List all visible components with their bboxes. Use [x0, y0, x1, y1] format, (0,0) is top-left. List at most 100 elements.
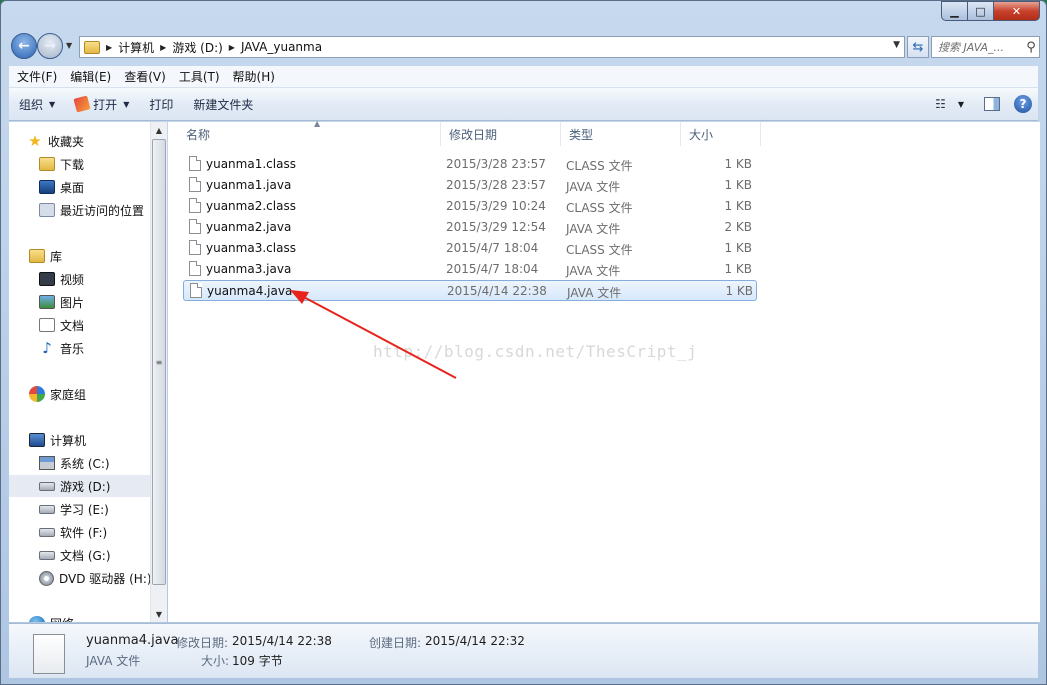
nav-favorites[interactable]: ★ 收藏夹: [9, 130, 150, 152]
view-options-icon[interactable]: ☷: [935, 97, 946, 111]
help-icon[interactable]: ?: [1014, 95, 1032, 113]
nav-label: 计算机: [50, 433, 87, 448]
nav-label: DVD 驱动器 (H:): [59, 571, 150, 586]
nav-label: 网络: [50, 615, 74, 623]
nav-label: 最近访问的位置: [60, 203, 145, 218]
nav-label: 文档: [60, 318, 85, 333]
recent-places-icon: [39, 203, 55, 217]
menu-file[interactable]: 文件(F): [9, 68, 62, 85]
new-folder-label: 新建文件夹: [193, 97, 254, 112]
chevron-right-icon[interactable]: ▶: [106, 43, 112, 52]
nav-label: 桌面: [60, 180, 85, 195]
nav-homegroup[interactable]: 家庭组: [9, 383, 150, 405]
print-button[interactable]: 打印: [139, 88, 183, 120]
breadcrumb-drive-d[interactable]: 游戏 (D:): [172, 39, 222, 56]
details-modified-label: 修改日期:: [176, 636, 229, 650]
maximize-button[interactable]: □: [968, 1, 994, 21]
system-drive-icon: [39, 456, 55, 470]
menu-help[interactable]: 帮助(H): [225, 68, 280, 85]
back-button[interactable]: ←: [11, 33, 37, 59]
scroll-up-arrow-icon[interactable]: ▲: [151, 122, 167, 138]
nav-drive-e[interactable]: 学习 (E:): [9, 498, 150, 520]
refresh-button[interactable]: ⇆: [907, 36, 929, 58]
nav-desktop[interactable]: 桌面: [9, 176, 150, 198]
close-button[interactable]: ✕: [994, 1, 1040, 21]
organize-label: 组织: [19, 97, 44, 112]
chevron-right-icon[interactable]: ▶: [160, 43, 166, 52]
arrow-head: [290, 290, 309, 304]
network-icon: [29, 616, 45, 622]
video-icon: [39, 272, 55, 286]
nav-drive-f[interactable]: 软件 (F:): [9, 521, 150, 543]
hard-drive-icon: [39, 550, 55, 560]
nav-videos[interactable]: 视频: [9, 268, 150, 290]
nav-label: 游戏 (D:): [60, 479, 111, 494]
nav-documents[interactable]: 文档: [9, 314, 150, 336]
chevron-right-icon[interactable]: ▶: [229, 43, 235, 52]
new-folder-button[interactable]: 新建文件夹: [183, 88, 263, 120]
menu-tools[interactable]: 工具(T): [171, 68, 225, 85]
chevron-down-icon: ▼: [49, 99, 56, 109]
nav-drive-g[interactable]: 文档 (G:): [9, 544, 150, 566]
annotation-arrow: [290, 290, 457, 379]
details-file-type: JAVA 文件: [86, 654, 141, 668]
view-dropdown-icon[interactable]: ▼: [958, 100, 964, 109]
hard-drive-icon: [39, 504, 55, 514]
nav-drive-d[interactable]: 游戏 (D:): [9, 475, 150, 497]
nav-label: 下载: [60, 157, 85, 172]
nav-label: 家庭组: [50, 387, 87, 402]
nav-network[interactable]: 网络: [9, 612, 150, 622]
forward-button[interactable]: →: [37, 33, 63, 59]
nav-computer[interactable]: 计算机: [9, 429, 150, 451]
document-icon: [39, 318, 55, 332]
music-note-icon: ♪: [42, 339, 52, 357]
details-file-name: yuanma4.java: [86, 633, 179, 648]
scroll-down-arrow-icon[interactable]: ▼: [151, 606, 167, 622]
nav-drive-c[interactable]: 系统 (C:): [9, 452, 150, 474]
star-icon: ★: [28, 132, 42, 150]
desktop-icon: [39, 180, 55, 194]
address-row: ← → ▼ ▶ 计算机 ▶ 游戏 (D:) ▶ JAVA_yuanma ▼ ⇆ …: [9, 31, 1040, 61]
nav-drive-h[interactable]: DVD 驱动器 (H:): [9, 567, 150, 589]
computer-icon: [29, 433, 45, 447]
details-created-label: 创建日期:: [369, 636, 422, 650]
picture-icon: [39, 295, 55, 309]
nav-pictures[interactable]: 图片: [9, 291, 150, 313]
details-size-value: 109 字节: [232, 654, 283, 668]
arrow-right-icon: →: [44, 38, 56, 54]
menu-bar: 文件(F) 编辑(E) 查看(V) 工具(T) 帮助(H): [9, 66, 1038, 88]
nav-label: 视频: [60, 272, 85, 287]
minimize-button[interactable]: ▁: [941, 1, 968, 21]
file-icon: [33, 634, 65, 674]
menu-edit[interactable]: 编辑(E): [62, 68, 116, 85]
library-icon: [29, 249, 45, 263]
menu-view[interactable]: 查看(V): [116, 68, 171, 85]
nav-label: 库: [50, 249, 63, 264]
organize-button[interactable]: 组织 ▼: [9, 88, 65, 120]
downloads-folder-icon: [39, 157, 55, 171]
toolbar-right: ☷ ▼ ?: [935, 88, 1032, 120]
scrollbar-thumb[interactable]: ≡: [152, 139, 166, 585]
details-size-label: 大小:: [201, 654, 230, 668]
open-button[interactable]: 打开 ▼: [65, 88, 139, 120]
search-icon[interactable]: ⚲: [1023, 40, 1039, 55]
breadcrumb-folder[interactable]: JAVA_yuanma: [241, 40, 322, 54]
address-bar[interactable]: ▶ 计算机 ▶ 游戏 (D:) ▶ JAVA_yuanma ▼: [79, 36, 905, 58]
search-input[interactable]: 搜索 JAVA_... ⚲: [931, 36, 1040, 58]
recent-pages-dropdown[interactable]: ▼: [66, 41, 72, 50]
homegroup-icon: [29, 386, 45, 402]
preview-pane-icon[interactable]: [984, 97, 1000, 111]
nav-downloads[interactable]: 下载: [9, 153, 150, 175]
nav-label: 音乐: [60, 341, 85, 356]
nav-label: 文档 (G:): [60, 548, 111, 563]
nav-label: 学习 (E:): [60, 502, 109, 517]
nav-music[interactable]: ♪ 音乐: [9, 337, 150, 359]
nav-label: 软件 (F:): [60, 525, 108, 540]
nav-recent-places[interactable]: 最近访问的位置: [9, 199, 150, 221]
nav-scrollbar[interactable]: ▲ ≡ ▼: [150, 122, 167, 622]
breadcrumb-computer[interactable]: 计算机: [118, 39, 154, 56]
open-label: 打开: [93, 97, 118, 112]
file-list: 名称 ▲ 修改日期 类型 大小 yuanma1.class 2015/3/28 …: [168, 119, 1040, 622]
address-dropdown-icon[interactable]: ▼: [893, 40, 900, 50]
nav-libraries[interactable]: 库: [9, 245, 150, 267]
